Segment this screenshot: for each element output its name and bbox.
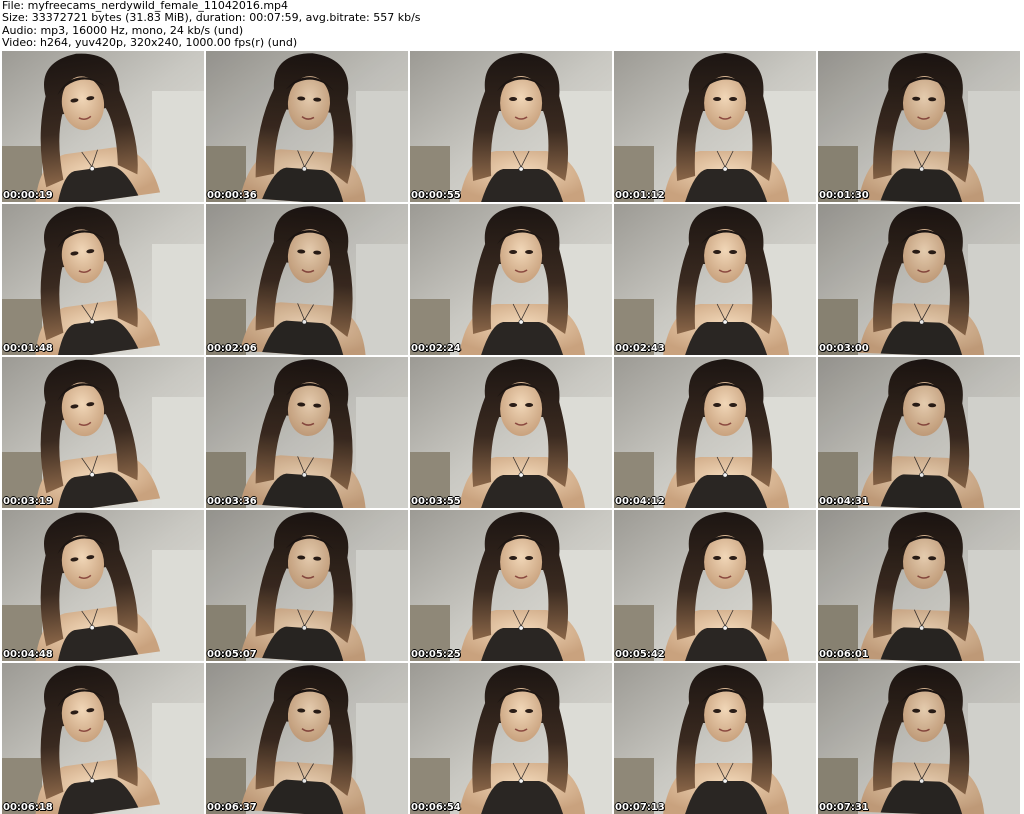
thumbnail-image [410, 510, 612, 661]
thumbnail-timestamp: 00:00:36 [207, 190, 257, 201]
thumbnail-image [206, 663, 408, 814]
thumbnail-image [2, 663, 204, 814]
thumbnail-image [818, 357, 1020, 508]
video-thumbnail: 00:07:31 [818, 663, 1020, 814]
video-thumbnail: 00:00:36 [206, 51, 408, 202]
thumbnail-timestamp: 00:06:54 [411, 802, 461, 813]
thumbnail-image [818, 204, 1020, 355]
thumbnail-image [614, 204, 816, 355]
thumbnail-image [614, 357, 816, 508]
thumbnail-timestamp: 00:03:55 [411, 496, 461, 507]
video-thumbnail: 00:06:37 [206, 663, 408, 814]
thumbnail-timestamp: 00:05:42 [615, 649, 665, 660]
video-info-header: File: myfreecams_nerdywild_female_110420… [2, 0, 1020, 50]
video-thumbnail: 00:01:48 [2, 204, 204, 355]
thumbnail-image [2, 51, 204, 202]
thumbnail-timestamp: 00:04:12 [615, 496, 665, 507]
thumbnail-image [206, 357, 408, 508]
thumbnail-timestamp: 00:00:19 [3, 190, 53, 201]
thumbnail-timestamp: 00:06:01 [819, 649, 869, 660]
thumbnail-image [410, 204, 612, 355]
thumbnail-timestamp: 00:05:25 [411, 649, 461, 660]
thumbnail-image [410, 51, 612, 202]
file-name-line: File: myfreecams_nerdywild_female_110420… [2, 0, 289, 12]
video-thumbnail: 00:06:54 [410, 663, 612, 814]
file-size-line: Size: 33372721 bytes (31.83 MiB), durati… [2, 12, 421, 25]
video-thumbnail: 00:06:18 [2, 663, 204, 814]
thumbnail-image [2, 510, 204, 661]
thumbnail-timestamp: 00:07:13 [615, 802, 665, 813]
thumbnail-timestamp: 00:02:06 [207, 343, 257, 354]
video-thumbnail: 00:01:30 [818, 51, 1020, 202]
thumbnail-grid: 00:00:19 00:00:36 00:00:55 00:01:12 00:0… [2, 51, 1020, 814]
thumbnail-timestamp: 00:01:30 [819, 190, 869, 201]
thumbnail-timestamp: 00:05:07 [207, 649, 257, 660]
thumbnail-image [410, 357, 612, 508]
thumbnail-image [410, 663, 612, 814]
thumbnail-timestamp: 00:03:36 [207, 496, 257, 507]
video-info-line: Video: h264, yuv420p, 320x240, 1000.00 f… [2, 36, 298, 49]
thumbnail-timestamp: 00:03:19 [3, 496, 53, 507]
thumbnail-timestamp: 00:02:43 [615, 343, 665, 354]
thumbnail-image [614, 51, 816, 202]
thumbnail-image [2, 357, 204, 508]
thumbnail-timestamp: 00:04:31 [819, 496, 869, 507]
video-thumbnail: 00:05:42 [614, 510, 816, 661]
thumbnail-timestamp: 00:04:48 [3, 649, 53, 660]
video-thumbnail: 00:02:24 [410, 204, 612, 355]
thumbnail-image [2, 204, 204, 355]
thumbnail-image [614, 510, 816, 661]
video-thumbnail: 00:05:07 [206, 510, 408, 661]
thumbnail-timestamp: 00:06:37 [207, 802, 257, 813]
video-thumbnail: 00:06:01 [818, 510, 1020, 661]
video-thumbnail: 00:00:19 [2, 51, 204, 202]
thumbnail-image [206, 510, 408, 661]
thumbnail-image [206, 51, 408, 202]
video-thumbnail: 00:02:43 [614, 204, 816, 355]
video-thumbnail: 00:02:06 [206, 204, 408, 355]
thumbnail-image [818, 510, 1020, 661]
thumbnail-image [206, 204, 408, 355]
thumbnail-timestamp: 00:02:24 [411, 343, 461, 354]
thumbnail-timestamp: 00:07:31 [819, 802, 869, 813]
thumbnail-timestamp: 00:06:18 [3, 802, 53, 813]
thumbnail-image [614, 663, 816, 814]
video-thumbnail: 00:00:55 [410, 51, 612, 202]
thumbnail-image [818, 663, 1020, 814]
video-thumbnail: 00:05:25 [410, 510, 612, 661]
thumbnail-image [818, 51, 1020, 202]
video-thumbnail: 00:04:48 [2, 510, 204, 661]
video-thumbnail: 00:01:12 [614, 51, 816, 202]
video-thumbnail: 00:03:36 [206, 357, 408, 508]
video-thumbnail: 00:03:19 [2, 357, 204, 508]
audio-info-line: Audio: mp3, 16000 Hz, mono, 24 kb/s (und… [2, 24, 244, 37]
video-thumbnail: 00:04:12 [614, 357, 816, 508]
thumbnail-timestamp: 00:01:12 [615, 190, 665, 201]
thumbnail-timestamp: 00:01:48 [3, 343, 53, 354]
video-thumbnail: 00:03:55 [410, 357, 612, 508]
thumbnail-timestamp: 00:00:55 [411, 190, 461, 201]
thumbnail-timestamp: 00:03:00 [819, 343, 869, 354]
video-thumbnail: 00:03:00 [818, 204, 1020, 355]
video-thumbnail: 00:07:13 [614, 663, 816, 814]
video-thumbnail: 00:04:31 [818, 357, 1020, 508]
